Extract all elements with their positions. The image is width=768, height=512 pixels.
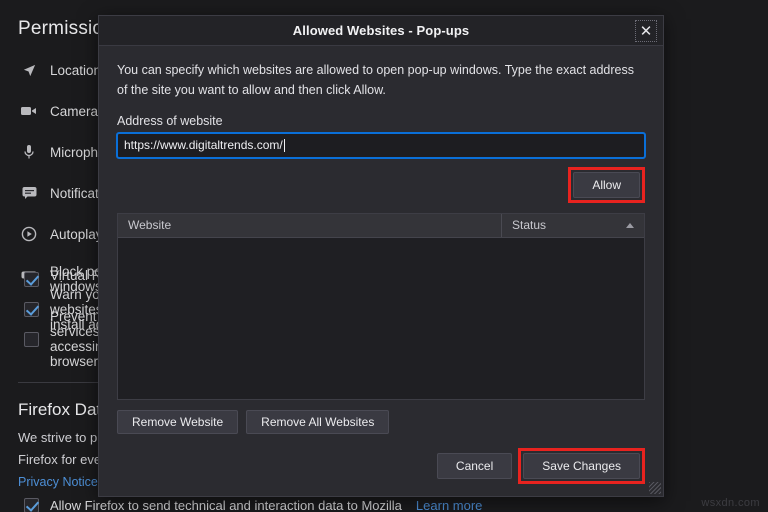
checkbox-block-popups[interactable] [24, 272, 39, 287]
save-changes-button[interactable]: Save Changes [523, 453, 640, 479]
address-field-label: Address of website [117, 114, 645, 128]
checkbox-warn-addons[interactable] [24, 302, 39, 317]
section-divider [18, 382, 100, 383]
close-icon[interactable]: ✕ [635, 20, 657, 42]
permission-label: Camera [50, 104, 98, 119]
resize-grip[interactable] [649, 482, 661, 494]
dialog-title: Allowed Websites - Pop-ups [293, 23, 469, 38]
autoplay-icon [18, 225, 40, 243]
remove-buttons-row: Remove Website Remove All Websites [117, 410, 645, 434]
allow-button-row: Allow [117, 167, 645, 203]
sort-ascending-icon [626, 223, 634, 228]
screen: Permissions Location Camera Microphone [0, 0, 768, 512]
column-header-status-label: Status [512, 218, 546, 232]
learn-more-link[interactable]: Learn more [416, 498, 482, 512]
column-header-website[interactable]: Website [118, 214, 502, 237]
permission-label: Autoplay [50, 227, 103, 242]
permission-label: Location [50, 63, 101, 78]
allowed-websites-dialog: Allowed Websites - Pop-ups ✕ You can spe… [98, 15, 664, 497]
remove-all-websites-button[interactable]: Remove All Websites [246, 410, 389, 434]
dialog-footer: Cancel Save Changes [117, 448, 645, 484]
allow-button[interactable]: Allow [573, 172, 640, 198]
allowed-websites-table: Website Status [117, 213, 645, 401]
telemetry-label: Allow Firefox to send technical and inte… [50, 498, 402, 512]
allow-button-highlight: Allow [568, 167, 645, 203]
dialog-description: You can specify which websites are allow… [117, 60, 645, 101]
dialog-titlebar: Allowed Websites - Pop-ups ✕ [99, 16, 663, 46]
checkbox-prevent-accessibility[interactable] [24, 332, 39, 347]
address-input[interactable]: https://www.digitaltrends.com/ [117, 133, 645, 158]
location-arrow-icon [18, 61, 40, 79]
dialog-body: You can specify which websites are allow… [99, 46, 663, 496]
table-body-empty[interactable] [118, 238, 644, 400]
cancel-button[interactable]: Cancel [437, 453, 512, 479]
checkbox-telemetry[interactable] [24, 498, 39, 512]
camera-icon [18, 102, 40, 120]
telemetry-row[interactable]: Allow Firefox to send technical and inte… [24, 498, 482, 512]
watermark: wsxdn.com [701, 497, 760, 509]
remove-website-button[interactable]: Remove Website [117, 410, 238, 434]
privacy-notice-link[interactable]: Privacy Notice [18, 475, 98, 489]
text-caret [284, 139, 285, 152]
save-button-highlight: Save Changes [518, 448, 645, 484]
column-header-status[interactable]: Status [502, 214, 644, 237]
table-header: Website Status [118, 214, 644, 238]
address-input-value: https://www.digitaltrends.com/ [124, 138, 283, 152]
notification-bubble-icon [18, 184, 40, 202]
microphone-icon [18, 143, 40, 161]
